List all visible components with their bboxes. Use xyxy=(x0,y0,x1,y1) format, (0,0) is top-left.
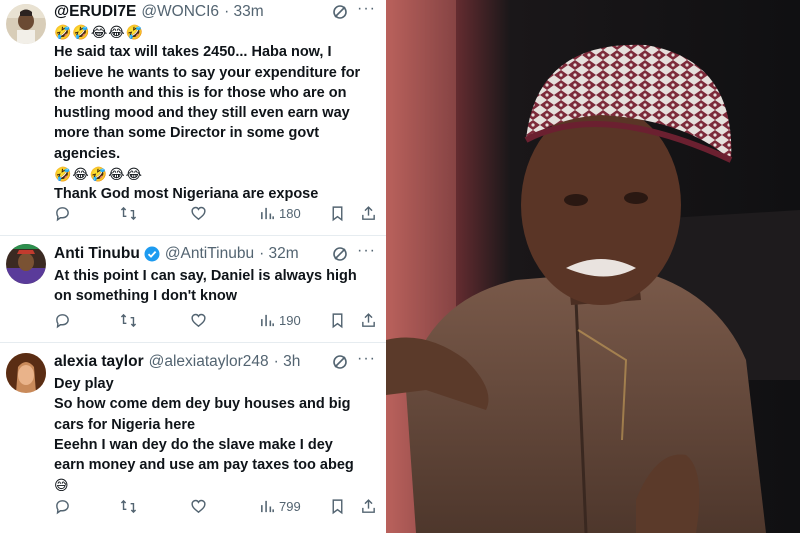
tweet-line: 🤣🤣😂😂🤣 xyxy=(54,24,145,40)
like-icon xyxy=(191,206,206,220)
grok-icon[interactable] xyxy=(332,354,348,370)
views-icon xyxy=(261,207,274,219)
share-button[interactable] xyxy=(360,203,377,223)
more-options-icon[interactable]: ··· xyxy=(357,0,376,18)
tweet-line: hustling mood and they still even earn w… xyxy=(54,105,350,122)
tweet-line: He said tax will takes 2450... Haba now,… xyxy=(54,44,332,61)
user-handle[interactable]: @WONCI6 xyxy=(141,3,219,21)
tweet-actions: 799 xyxy=(54,496,380,516)
tweet-feed: @ERUDI7E @WONCI6 · 33m ··· 🤣🤣😂😂🤣 He said… xyxy=(0,0,386,533)
share-icon xyxy=(362,205,375,220)
like-icon xyxy=(191,499,206,513)
tweet-line: 😅 xyxy=(54,477,70,494)
tweet-text: At this point I can say, Daniel is alway… xyxy=(54,266,380,307)
reply-button[interactable] xyxy=(54,203,71,223)
bookmark-button[interactable] xyxy=(329,310,346,330)
tweet-line: earn money and use am pay taxes too abeg xyxy=(54,457,354,474)
tweet-line: Dey play xyxy=(54,376,114,392)
tweet-line: 🤣😂🤣😂😂 xyxy=(54,166,143,183)
tweet-line: Thank God most Nigeriana are expose xyxy=(54,186,319,203)
avatar[interactable] xyxy=(6,244,46,284)
more-options-icon[interactable]: ··· xyxy=(357,242,376,260)
views-button[interactable]: 180 xyxy=(259,203,301,223)
retweet-button[interactable] xyxy=(120,310,137,330)
tweet-line: So how come dem dey buy houses and big xyxy=(54,396,351,413)
tweet-text: 🤣🤣😂😂🤣 He said tax will takes 2450... Hab… xyxy=(54,22,380,205)
speaker-photo xyxy=(386,0,800,533)
reply-icon xyxy=(56,499,69,514)
tweet-time[interactable]: · 32m xyxy=(259,245,299,263)
bookmark-icon xyxy=(332,498,343,514)
share-icon xyxy=(362,498,375,513)
user-handle[interactable]: @alexiataylor248 xyxy=(149,353,269,371)
share-button[interactable] xyxy=(360,496,377,516)
like-icon xyxy=(191,313,206,327)
retweet-icon xyxy=(120,499,137,513)
tweet-actions: 180 xyxy=(54,203,380,223)
like-button[interactable] xyxy=(190,496,207,516)
more-options-icon[interactable]: ··· xyxy=(357,350,376,368)
reply-button[interactable] xyxy=(54,496,71,516)
tweet-line: At this point I can say, Daniel is alway… xyxy=(54,268,357,284)
tweet-time[interactable]: · 3h xyxy=(274,353,301,371)
tweet-line: cars for Nigeria here xyxy=(54,416,196,433)
display-name[interactable]: @ERUDI7E xyxy=(54,3,136,21)
share-button[interactable] xyxy=(360,310,377,330)
tweet-header: @ERUDI7E @WONCI6 · 33m ··· xyxy=(54,0,376,22)
views-icon xyxy=(261,500,274,512)
tweet-card[interactable]: @ERUDI7E @WONCI6 · 33m ··· 🤣🤣😂😂🤣 He said… xyxy=(0,0,386,236)
avatar[interactable] xyxy=(6,353,46,393)
reply-icon xyxy=(56,206,69,221)
tweet-header: alexia taylor @alexiataylor248 · 3h ··· xyxy=(54,350,376,372)
bookmark-button[interactable] xyxy=(329,496,346,516)
bookmark-icon xyxy=(332,205,343,221)
share-icon xyxy=(362,312,375,327)
tweet-line: agencies. xyxy=(54,145,121,162)
grok-icon[interactable] xyxy=(332,246,348,262)
tweet-line: the month and this is for those who are … xyxy=(54,84,347,101)
retweet-icon xyxy=(120,313,137,327)
views-count: 180 xyxy=(279,205,301,221)
tweet-header: Anti Tinubu @AntiTinubu · 32m ··· xyxy=(54,242,376,264)
verified-badge-icon xyxy=(144,246,160,262)
tweet-actions: 190 xyxy=(54,310,380,330)
tweet-line: believe he wants to say your expenditure… xyxy=(54,64,361,81)
views-button[interactable]: 799 xyxy=(259,496,301,516)
tweet-line: on something I don't know xyxy=(54,288,238,305)
like-button[interactable] xyxy=(190,310,207,330)
reply-button[interactable] xyxy=(54,310,71,330)
views-icon xyxy=(261,314,274,326)
reply-icon xyxy=(56,313,69,328)
tweet-time[interactable]: · 33m xyxy=(224,3,264,21)
like-button[interactable] xyxy=(190,203,207,223)
tweet-text: Dey play So how come dem dey buy houses … xyxy=(54,374,380,496)
tweet-card[interactable]: alexia taylor @alexiataylor248 · 3h ··· … xyxy=(0,343,386,533)
bookmark-icon xyxy=(332,312,343,328)
user-handle[interactable]: @AntiTinubu xyxy=(165,245,254,263)
display-name[interactable]: alexia taylor xyxy=(54,353,144,371)
bookmark-button[interactable] xyxy=(329,203,346,223)
tweet-card[interactable]: Anti Tinubu @AntiTinubu · 32m ··· At thi… xyxy=(0,236,386,343)
views-count: 799 xyxy=(279,498,301,514)
tweet-line: Eeehn I wan dey do the slave make I dey xyxy=(54,436,333,453)
grok-icon[interactable] xyxy=(332,4,348,20)
avatar[interactable] xyxy=(6,4,46,44)
retweet-icon xyxy=(120,206,137,220)
retweet-button[interactable] xyxy=(120,496,137,516)
tweet-line: more than some Director in some govt xyxy=(54,125,320,142)
display-name[interactable]: Anti Tinubu xyxy=(54,245,140,263)
views-button[interactable]: 190 xyxy=(259,310,301,330)
views-count: 190 xyxy=(279,312,301,328)
retweet-button[interactable] xyxy=(120,203,137,223)
divider xyxy=(0,527,386,533)
